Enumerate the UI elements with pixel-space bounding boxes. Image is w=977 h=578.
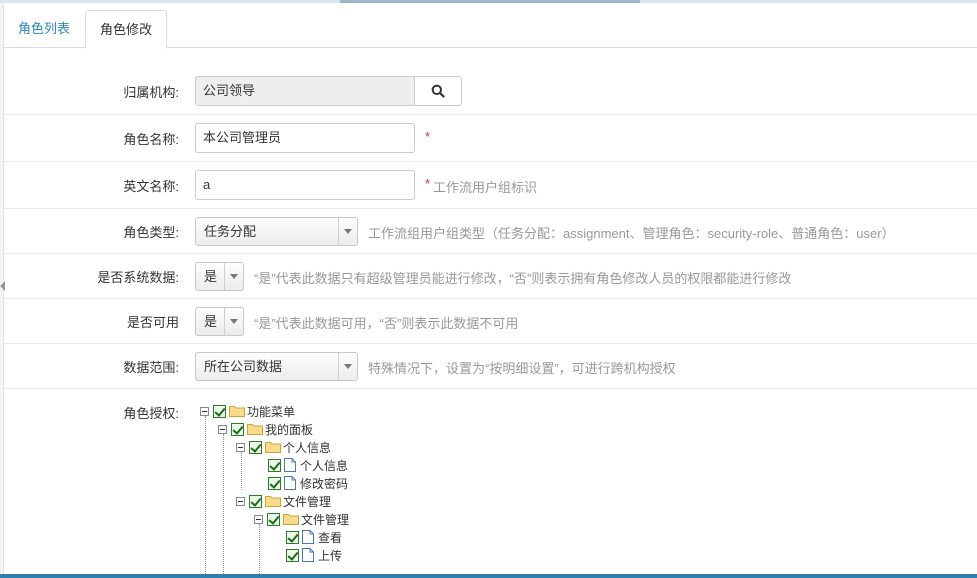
tree-node-view[interactable]: 查看 xyxy=(286,528,342,546)
file-icon xyxy=(302,530,314,544)
collapse-icon[interactable] xyxy=(254,514,263,524)
checkbox-checked[interactable] xyxy=(268,476,281,490)
form-row-english-name: 英文名称: a * 工作流用户组标识 xyxy=(4,162,977,209)
form-row-is-system: 是否系统数据: 是 “是”代表此数据只有超级管理员能进行修改，“否”则表示拥有角… xyxy=(4,254,977,299)
checkbox-checked[interactable] xyxy=(267,512,280,526)
folder-open-icon xyxy=(247,424,263,435)
collapse-icon[interactable] xyxy=(200,406,209,416)
form-row-org: 归属机构: 公司领导 xyxy=(4,66,977,115)
folder-open-icon xyxy=(265,496,281,507)
tree-node-label: 功能菜单 xyxy=(247,404,296,419)
checkbox-checked[interactable] xyxy=(249,440,262,454)
dropdown-arrow-icon xyxy=(224,308,243,335)
is-usable-help: “是”代表此数据可用，“否”则表示此数据不可用 xyxy=(254,316,519,331)
form-row-data-scope: 数据范围: 所在公司数据 特殊情况下，设置为“按明细设置”，可进行跨机构授权 xyxy=(4,344,977,389)
form-row-permission: 角色授权: xyxy=(4,389,977,574)
tree-guide-line xyxy=(223,434,224,576)
tree-node-function-menu[interactable]: 功能菜单 xyxy=(200,402,295,420)
permission-label: 角色授权: xyxy=(123,406,179,421)
collapse-icon[interactable] xyxy=(236,496,245,506)
bottom-bar xyxy=(0,574,977,578)
folder-open-icon xyxy=(229,406,245,417)
file-icon xyxy=(284,476,296,490)
tree-node-file-mgmt-folder[interactable]: 文件管理 xyxy=(236,492,331,510)
file-icon xyxy=(284,458,296,472)
is-system-select[interactable]: 是 xyxy=(195,262,244,291)
tree-node-personal-info[interactable]: 个人信息 xyxy=(268,456,348,474)
tree-guide-line xyxy=(241,452,242,490)
form-row-is-usable: 是否可用 是 “是”代表此数据可用，“否”则表示此数据不可用 xyxy=(4,299,977,344)
tree-node-upload[interactable]: 上传 xyxy=(286,546,342,564)
tree-node-label: 我的面板 xyxy=(265,422,314,437)
checkbox-checked[interactable] xyxy=(213,404,226,418)
tree-node-label: 个人信息 xyxy=(300,458,349,473)
tree-node-change-password[interactable]: 修改密码 xyxy=(268,474,348,492)
tab-role-list[interactable]: 角色列表 xyxy=(4,10,84,48)
english-name-input[interactable]: a xyxy=(195,170,415,200)
top-strip-highlight xyxy=(340,0,640,3)
form-row-role-name: 角色名称: 本公司管理员 * xyxy=(4,115,977,162)
required-marker: * xyxy=(425,176,431,191)
checkbox-checked[interactable] xyxy=(286,530,299,544)
dropdown-arrow-icon xyxy=(338,353,357,380)
is-system-value: 是 xyxy=(204,269,218,284)
tree-node-label: 文件管理 xyxy=(301,512,350,527)
english-name-help: 工作流用户组标识 xyxy=(433,180,538,195)
data-scope-value: 所在公司数据 xyxy=(204,359,283,374)
folder-open-icon xyxy=(265,442,281,453)
checkbox-checked[interactable] xyxy=(286,548,299,562)
is-system-label: 是否系统数据: xyxy=(97,270,179,285)
is-system-help: “是”代表此数据只有超级管理员能进行修改，“否”则表示拥有角色修改人员的权限都能… xyxy=(254,271,792,286)
tree-node-label: 上传 xyxy=(318,548,343,563)
checkbox-checked[interactable] xyxy=(249,494,262,508)
tree-guide-line xyxy=(205,416,206,576)
tab-bar: 角色列表 角色修改 xyxy=(4,10,977,49)
data-scope-select[interactable]: 所在公司数据 xyxy=(195,352,358,381)
role-type-value: 任务分配 xyxy=(204,224,257,239)
checkbox-checked[interactable] xyxy=(268,458,281,472)
tree-node-label: 文件管理 xyxy=(283,494,332,509)
role-name-input[interactable]: 本公司管理员 xyxy=(195,123,415,153)
org-label: 归属机构: xyxy=(123,85,179,100)
folder-open-icon xyxy=(283,514,299,525)
tab-role-edit[interactable]: 角色修改 xyxy=(85,10,168,49)
collapse-icon[interactable] xyxy=(236,442,245,452)
org-search-button[interactable] xyxy=(414,76,462,106)
role-type-label: 角色类型: xyxy=(123,225,179,240)
role-type-select[interactable]: 任务分配 xyxy=(195,217,358,246)
english-name-label: 英文名称: xyxy=(123,179,179,194)
dropdown-arrow-icon xyxy=(338,218,357,245)
tree-node-personal-info-folder[interactable]: 个人信息 xyxy=(236,438,331,456)
checkbox-checked[interactable] xyxy=(231,422,244,436)
tree-node-label: 查看 xyxy=(318,530,343,545)
tree-node-file-mgmt[interactable]: 文件管理 xyxy=(254,510,349,528)
tree-node-label: 修改密码 xyxy=(300,476,349,491)
is-usable-select[interactable]: 是 xyxy=(195,307,244,336)
required-marker: * xyxy=(425,129,431,144)
tree-node-label: 个人信息 xyxy=(283,440,332,455)
org-input[interactable]: 公司领导 xyxy=(195,76,415,106)
tree-node-my-panel[interactable]: 我的面板 xyxy=(218,420,313,438)
role-type-help: 工作流组用户组类型（任务分配：assignment、管理角色：security-… xyxy=(368,226,895,241)
role-name-label: 角色名称: xyxy=(123,132,179,147)
collapse-icon[interactable] xyxy=(218,424,227,434)
search-icon xyxy=(431,84,445,98)
file-icon xyxy=(302,548,314,562)
form-row-role-type: 角色类型: 任务分配 工作流组用户组类型（任务分配：assignment、管理角… xyxy=(4,209,977,254)
is-usable-label: 是否可用 xyxy=(126,315,179,330)
tree-guide-line xyxy=(259,524,260,576)
is-usable-value: 是 xyxy=(204,314,218,329)
data-scope-help: 特殊情况下，设置为“按明细设置”，可进行跨机构授权 xyxy=(368,361,676,376)
dropdown-arrow-icon xyxy=(224,263,243,290)
data-scope-label: 数据范围: xyxy=(123,360,179,375)
